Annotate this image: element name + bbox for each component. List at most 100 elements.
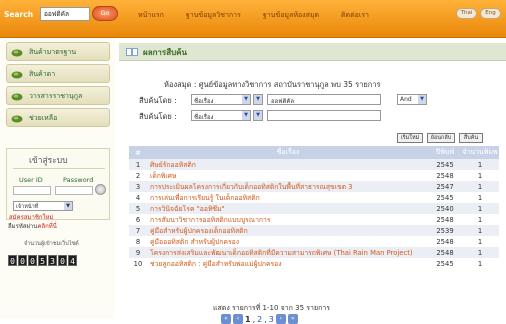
nav-library-db[interactable]: ฐานข้อมูลห้องสมุด	[263, 10, 319, 21]
sidebar-item-help[interactable]: ช่วยเหลือ	[6, 108, 110, 127]
row-year: 2548	[429, 170, 461, 181]
counter-digit: 0	[8, 255, 17, 266]
row-year: 2545	[429, 258, 461, 269]
last-page-icon[interactable]: »	[287, 314, 298, 324]
next-page-icon[interactable]: ›	[275, 314, 286, 324]
first-page-icon[interactable]: «	[221, 314, 231, 324]
row-number: 3	[129, 181, 147, 192]
search-term-input[interactable]	[267, 110, 381, 121]
search-field-select[interactable]: ชื่อเรื่อง ▼	[191, 94, 251, 105]
library-summary: ห้องสมุด : ศูนย์ข้อมูลทางวิชาการ สถาบันร…	[164, 80, 381, 89]
column-header-num: #	[129, 146, 147, 159]
column-header-title[interactable]: ชื่อเรื่อง	[147, 146, 429, 159]
sidebar-item-standard-products[interactable]: สินค้ามาตรฐาน	[6, 42, 110, 61]
back-button[interactable]: ย้อนกลับ	[427, 133, 455, 143]
search-term-input[interactable]: ออฟติคัล	[267, 94, 381, 105]
chevron-down-icon: ▼	[254, 111, 262, 120]
row-number: 6	[129, 214, 147, 225]
main-content: ผลการสืบค้น ห้องสมุด : ศูนย์ข้อมูลทางวิช…	[119, 38, 506, 324]
sidebar-item-journal[interactable]: วารสารราชานุกูล	[6, 86, 110, 105]
nav-academic-db[interactable]: ฐานข้อมูลวิชาการ	[186, 10, 241, 21]
search-mode-select[interactable]: ▼	[253, 110, 263, 121]
go-button[interactable]: Go	[92, 6, 118, 21]
row-year: 2548	[429, 247, 461, 258]
counter-digit: 4	[68, 255, 77, 266]
leaf-icon	[11, 71, 23, 79]
chevron-down-icon: ▼	[254, 95, 262, 104]
nav-home[interactable]: หน้าแรก	[138, 10, 164, 21]
login-title: เข้าสู่ระบบ	[29, 156, 68, 166]
result-title-link[interactable]: คู่มือออทิสติก สำหรับผู้ปกครอง	[147, 236, 429, 247]
select-value: ชื่อเรื่อง	[194, 98, 214, 105]
forgot-password-row: ลืมรหัสผ่านคลิกที่นี่	[8, 221, 57, 231]
page-number-link[interactable]: 2	[257, 315, 262, 324]
result-title-link[interactable]: การวินิจฉัยโรค "ออทิซึม"	[147, 203, 429, 214]
row-year: 2548	[429, 214, 461, 225]
result-title-link[interactable]: การสัมนาวิชาการออทิสติกแบบบูรณาการ	[147, 214, 429, 225]
table-row: 9 โครงการส่งเสริมและพัฒนาเด็กออทิสติกที่…	[129, 247, 499, 258]
row-copies: 1	[461, 236, 499, 247]
divider	[13, 168, 105, 169]
result-title-link[interactable]: โครงการส่งเสริมและพัฒนาเด็กออทิสติกที่มี…	[147, 247, 429, 258]
row-copies: 1	[461, 192, 499, 203]
table-row: 1 ศิษย์รักออทิสติก 2545 1	[129, 159, 499, 170]
sidebar-item-products[interactable]: สินค้าดา	[6, 64, 110, 83]
column-header-year[interactable]: ปีพิมพ์	[429, 146, 461, 159]
row-copies: 1	[461, 170, 499, 181]
row-year: 2545	[429, 159, 461, 170]
login-button[interactable]	[95, 184, 106, 195]
result-title-link[interactable]: คู่มือสำหรับผู้ปกครองเด็กออทิสติก	[147, 225, 429, 236]
result-title-link[interactable]: เด็กพิเศษ	[147, 170, 429, 181]
sidebar-item-label: สินค้ามาตรฐาน	[29, 48, 77, 56]
page-separator: ,	[252, 314, 256, 324]
prev-page-icon[interactable]: ‹	[233, 314, 243, 324]
row-number: 4	[129, 192, 147, 203]
search-button[interactable]: สืบค้น	[459, 133, 483, 143]
lang-eng-button[interactable]: Eng	[480, 8, 501, 19]
search-input[interactable]: ออฟติคัล	[40, 7, 90, 21]
sidebar-item-label: สินค้าดา	[29, 70, 56, 78]
row-number: 2	[129, 170, 147, 181]
role-select[interactable]: เจ้าหน้าที่ ▼	[13, 201, 73, 211]
row-number: 1	[129, 159, 147, 170]
user-id-field[interactable]	[13, 186, 51, 195]
table-row: 2 เด็กพิเศษ 2548 1	[129, 170, 499, 181]
column-header-copies[interactable]: จำนวนพิมพ	[461, 146, 499, 159]
leaf-icon	[11, 93, 23, 101]
row-number: 9	[129, 247, 147, 258]
password-field[interactable]	[55, 186, 93, 195]
lang-thai-button[interactable]: Thai	[456, 8, 477, 19]
row-number: 8	[129, 236, 147, 247]
result-title-link[interactable]: การประเมินผลโครงการเกี่ยวกับเด็กออทิสติก…	[147, 181, 429, 192]
search-label: Search	[4, 10, 34, 19]
search-row-2: สืบค้นโดย : ชื่อเรื่อง ▼ ▼	[139, 110, 499, 122]
row-copies: 1	[461, 258, 499, 269]
password-label: Password	[63, 176, 94, 184]
row-copies: 1	[461, 225, 499, 236]
boolean-operator-select[interactable]: And ▼	[397, 94, 427, 105]
result-title-link[interactable]: ช่วยลูกออทิสติก : คู่มือสำหรับพ่อแม่ผู้ป…	[147, 258, 429, 269]
row-year: 2545	[429, 192, 461, 203]
counter-digit: 0	[18, 255, 27, 266]
sidebar-item-label: ช่วยเหลือ	[29, 114, 58, 122]
table-row: 5 การวินิจฉัยโรค "ออทิซึม" 2540 1	[129, 203, 499, 214]
row-copies: 1	[461, 247, 499, 258]
result-title-link[interactable]: การเล่นเพื่อการเรียนรู้ ในเด็กออทิสติก	[147, 192, 429, 203]
chevron-down-icon: ▼	[242, 95, 250, 104]
page-title: ผลการสืบค้น	[143, 48, 188, 57]
counter-digit: 0	[28, 255, 37, 266]
sidebar-item-label: วารสารราชานุกูล	[29, 92, 83, 100]
forgot-password-link[interactable]: คลิกที่นี่	[37, 223, 56, 230]
result-title-link[interactable]: ศิษย์รักออทิสติก	[147, 159, 429, 170]
search-by-label: สืบค้นโดย :	[139, 112, 177, 121]
row-copies: 1	[461, 159, 499, 170]
search-field-select[interactable]: ชื่อเรื่อง ▼	[191, 110, 251, 121]
search-mode-select[interactable]: ▼	[253, 94, 263, 105]
main-nav: หน้าแรก ฐานข้อมูลวิชาการ ฐานข้อมูลห้องสม…	[138, 10, 369, 21]
page-separator: ,	[264, 314, 267, 324]
nav-contact[interactable]: ติดต่อเรา	[341, 10, 369, 21]
page-number-link[interactable]: 3	[269, 315, 274, 324]
counter-digit: 3	[48, 255, 57, 266]
forgot-password-text: ลืมรหัสผ่าน	[8, 223, 38, 230]
reset-button[interactable]: เริ่มใหม่	[397, 133, 423, 143]
